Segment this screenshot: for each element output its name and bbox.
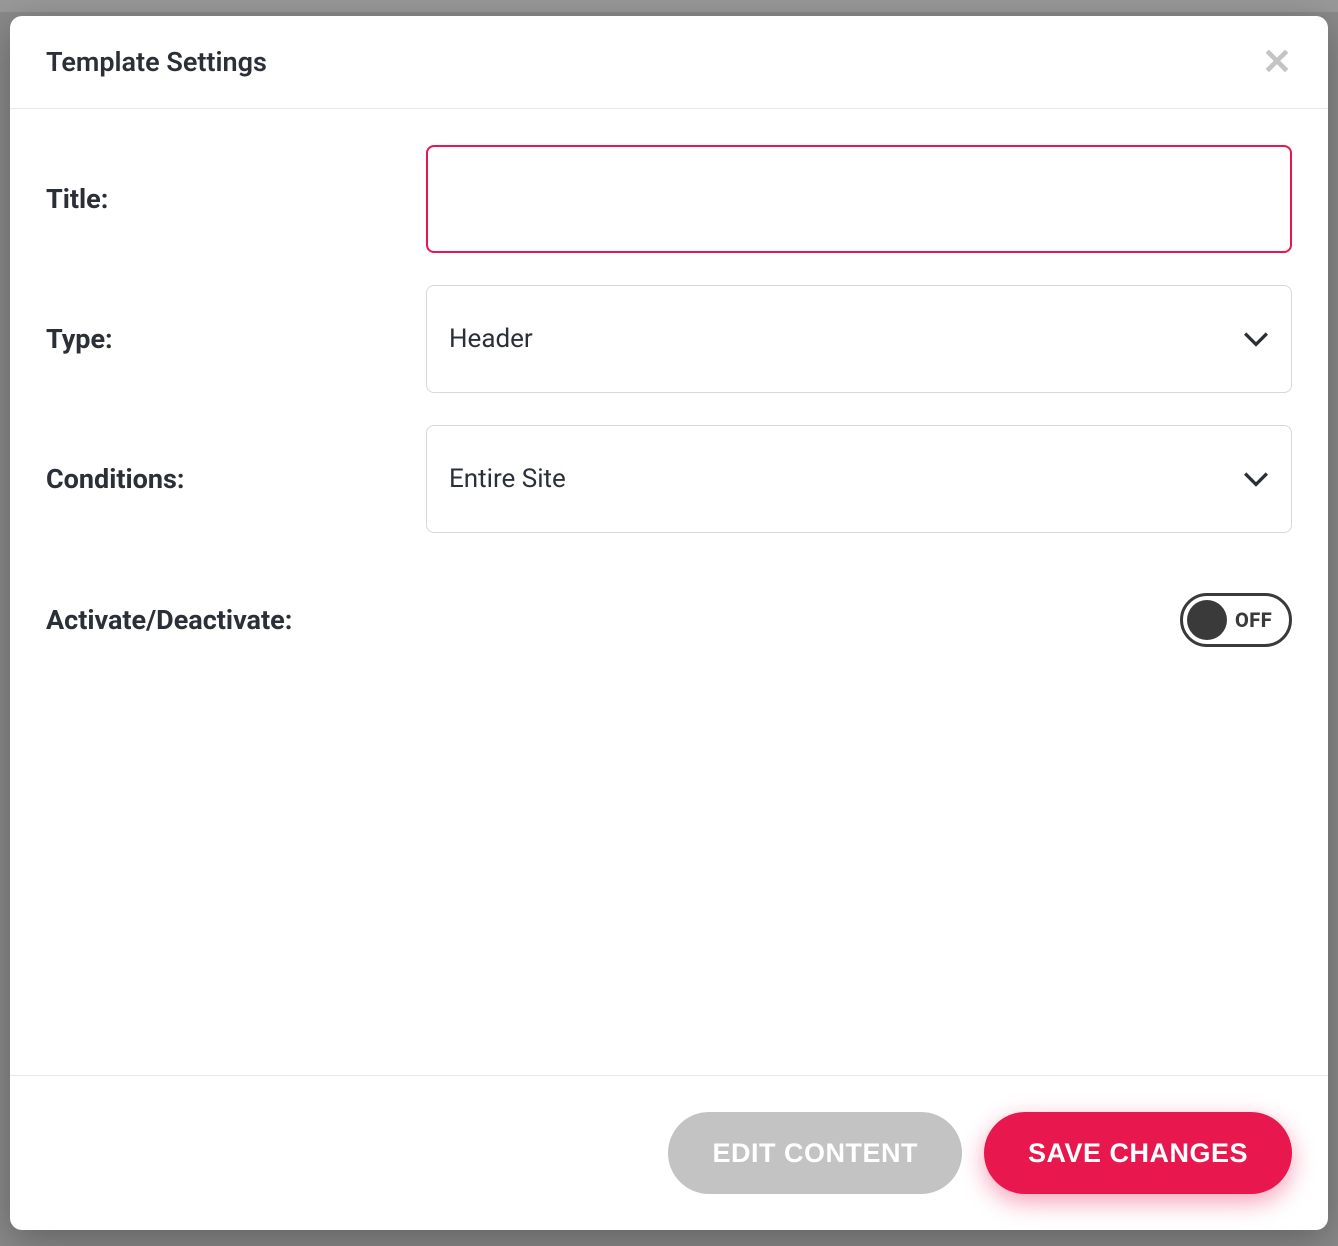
toggle-state-label: OFF	[1235, 608, 1272, 632]
type-label: Type:	[46, 323, 426, 355]
conditions-label: Conditions:	[46, 463, 426, 495]
modal-body: Title: Type: Header Conditions: Entire S…	[10, 109, 1328, 1075]
modal-footer: EDIT CONTENT SAVE CHANGES	[10, 1075, 1328, 1230]
chevron-down-icon	[1243, 466, 1269, 492]
type-select[interactable]: Header	[426, 285, 1292, 393]
conditions-select[interactable]: Entire Site	[426, 425, 1292, 533]
modal-header: Template Settings ✕	[10, 16, 1328, 109]
conditions-select-value: Entire Site	[449, 464, 566, 494]
title-input[interactable]	[426, 145, 1292, 253]
activate-label: Activate/Deactivate:	[46, 604, 426, 636]
title-row: Title:	[46, 145, 1292, 253]
title-label: Title:	[46, 183, 426, 215]
template-settings-modal: Template Settings ✕ Title: Type: Header …	[10, 16, 1328, 1230]
close-icon[interactable]: ✕	[1262, 44, 1292, 80]
type-row: Type: Header	[46, 285, 1292, 393]
save-changes-button[interactable]: SAVE CHANGES	[984, 1112, 1292, 1194]
conditions-row: Conditions: Entire Site	[46, 425, 1292, 533]
backdrop-decoration	[0, 0, 1338, 12]
modal-title: Template Settings	[46, 46, 267, 78]
type-select-value: Header	[449, 324, 533, 354]
activate-row: Activate/Deactivate: OFF	[46, 593, 1292, 647]
toggle-knob	[1187, 600, 1227, 640]
activate-toggle[interactable]: OFF	[1180, 593, 1292, 647]
chevron-down-icon	[1243, 326, 1269, 352]
edit-content-button[interactable]: EDIT CONTENT	[668, 1112, 962, 1194]
